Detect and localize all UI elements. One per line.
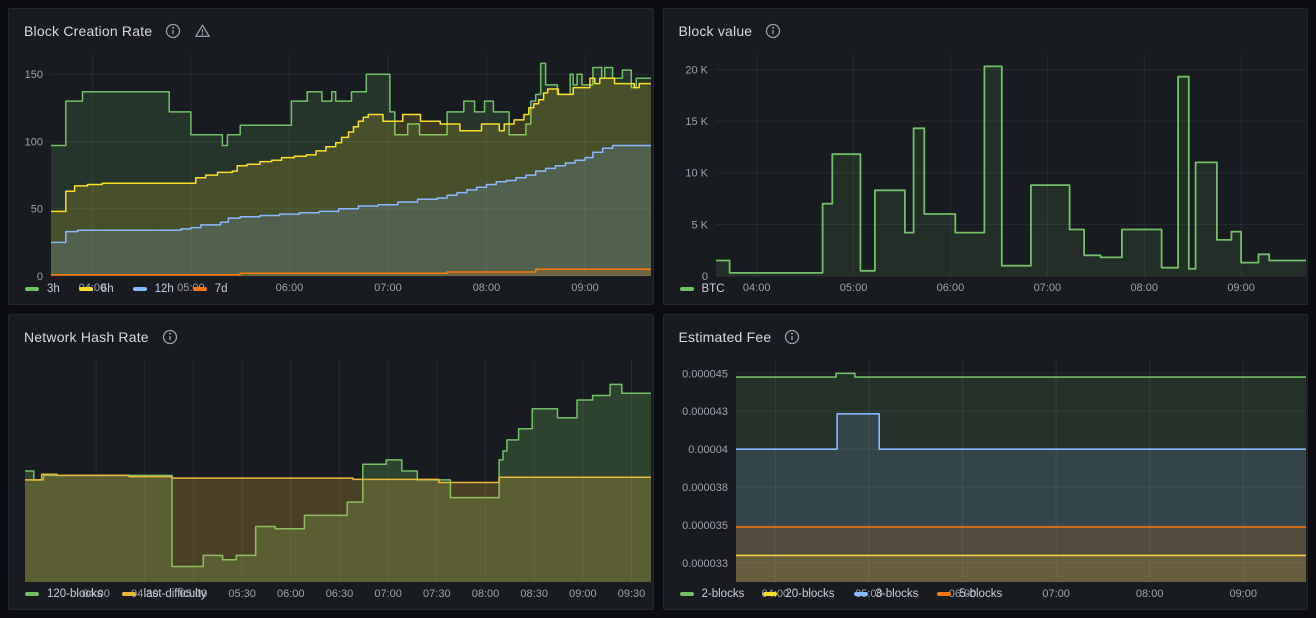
series-fill-last-difficulty xyxy=(25,473,651,582)
info-icon[interactable] xyxy=(765,23,781,39)
legend: 3h 6h 12h 7d xyxy=(9,280,653,304)
panel-title[interactable]: Network Hash Rate xyxy=(24,329,149,345)
y-tick-label: 100 xyxy=(25,136,43,148)
legend-marker-icon xyxy=(853,592,868,596)
series-fill-5-blocks xyxy=(735,526,1306,582)
legend-label: 120-blocks xyxy=(47,588,103,600)
y-tick-label: 0.000035 xyxy=(682,520,728,532)
panel-title[interactable]: Estimated Fee xyxy=(679,329,772,345)
y-tick-label: 0.000045 xyxy=(682,368,728,380)
chart-block-value: 04:00 05:00 06:00 07:00 08:00 09:00 0 5 K 10 K 15… xyxy=(664,44,1308,294)
series-line-2-blocks xyxy=(735,372,1306,378)
legend-marker-icon xyxy=(937,592,952,596)
legend-item-120-blocks[interactable]: 120-blocks xyxy=(25,588,103,600)
legend: 2-blocks 20-blocks 3-blocks 5-blocks xyxy=(664,585,1308,609)
legend-label: 12h xyxy=(154,282,174,295)
panel-network-hash-rate: Network Hash Rate 04:00 04:30 05:00 05:30 06… xyxy=(8,313,654,610)
legend-item-7d[interactable]: 7d xyxy=(192,282,228,295)
chart-svg: 04:0005:0006:0007:0008:0009:00050100150 xyxy=(25,54,651,294)
chart-svg: 04:00 04:30 05:00 05:30 06:00 06:30 07:00 07:30… xyxy=(25,359,651,600)
legend-label: BTC xyxy=(701,282,725,295)
y-tick-label: 0.000043 xyxy=(682,406,728,418)
legend-label: 6h xyxy=(100,282,114,295)
y-tick-label: 150 xyxy=(25,69,43,81)
legend-label: 3-blocks xyxy=(875,588,919,600)
panel-header: Block value xyxy=(664,9,1308,44)
legend-item-2-blocks[interactable]: 2-blocks xyxy=(679,588,745,600)
legend-item-5-blocks[interactable]: 5-blocks xyxy=(937,588,1002,600)
y-tick-label: 15 K xyxy=(685,116,708,128)
legend-marker-icon xyxy=(121,592,136,596)
y-tick-label: 0.000038 xyxy=(682,482,728,494)
y-tick-label: 10 K xyxy=(685,168,708,180)
legend-item-3h[interactable]: 3h xyxy=(25,283,60,295)
chart-network-hash-rate: 04:00 04:30 05:00 05:30 06:00 06:30 07:00 07:30… xyxy=(9,350,653,600)
chart-block-creation-rate: 04:0005:0006:0007:0008:0009:00050100150 xyxy=(9,44,653,294)
legend-item-BTC[interactable]: BTC xyxy=(679,282,725,295)
legend-item-3-blocks[interactable]: 3-blocks xyxy=(853,588,919,600)
panel-header: Block Creation Rate xyxy=(9,9,653,44)
legend-marker-icon xyxy=(679,592,694,596)
warning-icon[interactable] xyxy=(194,23,211,39)
panel-block-creation-rate: Block Creation Rate 04:0005:0006:0007:00… xyxy=(8,8,654,305)
y-tick-label: 20 K xyxy=(685,64,708,76)
legend-item-last-difficulty[interactable]: last-difficulty xyxy=(121,588,207,600)
legend: 120-blocks last-difficulty xyxy=(9,585,653,609)
legend-item-20-blocks[interactable]: 20-blocks xyxy=(763,588,835,600)
legend-label: 2-blocks xyxy=(701,588,745,600)
legend-label: 7d xyxy=(214,282,228,295)
legend-marker-icon xyxy=(78,286,93,291)
chart-svg: 04:0005:0006:0007:0008:0009:000.0000330.… xyxy=(682,359,1306,600)
panel-header: Estimated Fee xyxy=(664,315,1308,350)
legend-label: 3h xyxy=(47,282,60,295)
grafana-dashboard: Block Creation Rate 04:0005:0006:0007:00… xyxy=(0,0,1316,618)
legend-marker-icon xyxy=(763,592,778,596)
panel-title[interactable]: Block Creation Rate xyxy=(24,23,152,39)
legend-marker-icon xyxy=(132,286,147,291)
panel-header: Network Hash Rate xyxy=(9,315,653,350)
chart-estimated-fee: 04:0005:0006:0007:0008:0009:000.0000330.… xyxy=(664,350,1308,600)
panel-estimated-fee: Estimated Fee 04:0005:0006:0007:0008:000… xyxy=(662,313,1308,610)
info-icon[interactable] xyxy=(784,329,800,345)
info-icon[interactable] xyxy=(162,329,178,345)
chart-svg: 04:00 05:00 06:00 07:00 08:00 09:0005 K10 K15… xyxy=(685,54,1306,294)
y-tick-label: 5 K xyxy=(691,219,708,231)
legend-label: last-difficulty xyxy=(143,588,207,600)
legend-marker-icon xyxy=(25,286,39,291)
legend-marker-icon xyxy=(192,286,207,291)
y-tick-label: 0.000033 xyxy=(682,558,728,570)
legend-label: 20-blocks xyxy=(785,588,835,600)
legend-item-6h[interactable]: 6h xyxy=(78,282,114,295)
y-tick-label: 0.00004 xyxy=(688,444,728,456)
legend-marker-icon xyxy=(679,286,694,291)
legend-label: 5-blocks xyxy=(959,588,1003,600)
y-tick-label: 50 xyxy=(31,204,43,216)
legend-marker-icon xyxy=(25,592,39,596)
legend-item-12h[interactable]: 12h xyxy=(132,282,174,295)
legend: BTC xyxy=(664,280,1308,304)
panel-title[interactable]: Block value xyxy=(679,23,753,39)
info-icon[interactable] xyxy=(165,23,181,39)
panel-block-value: Block value 04:00 05:00 06:00 07:00 08:00 09:… xyxy=(662,8,1308,305)
